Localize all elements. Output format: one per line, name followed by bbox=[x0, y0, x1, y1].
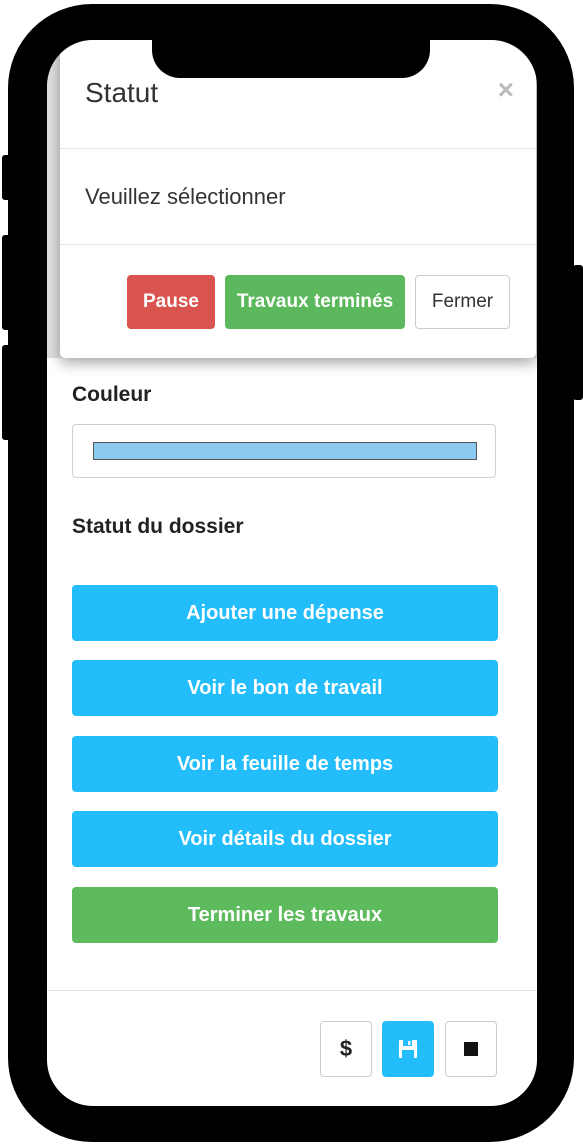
view-file-details-button[interactable]: Voir détails du dossier bbox=[72, 811, 498, 867]
view-timesheet-button[interactable]: Voir la feuille de temps bbox=[72, 736, 498, 792]
pause-button[interactable]: Pause bbox=[127, 275, 215, 329]
footer-divider bbox=[47, 990, 537, 991]
close-icon[interactable]: × bbox=[498, 74, 514, 106]
modal-message: Veuillez sélectionner bbox=[85, 184, 286, 209]
dollar-icon: $ bbox=[339, 1036, 353, 1061]
save-icon bbox=[399, 1040, 417, 1058]
expense-button[interactable]: $ bbox=[320, 1021, 372, 1077]
file-status-label: Statut du dossier bbox=[72, 515, 244, 538]
phone-side-button bbox=[2, 155, 12, 200]
stop-icon bbox=[464, 1042, 478, 1056]
phone-side-button bbox=[2, 235, 12, 330]
add-expense-button[interactable]: Ajouter une dépense bbox=[72, 585, 498, 641]
status-modal: Statut × Veuillez sélectionner Pause Tra… bbox=[60, 40, 536, 358]
color-picker[interactable] bbox=[72, 424, 496, 478]
finish-work-button[interactable]: Terminer les travaux bbox=[72, 887, 498, 943]
color-swatch bbox=[93, 442, 477, 460]
work-done-button[interactable]: Travaux terminés bbox=[225, 275, 405, 329]
phone-side-button bbox=[573, 265, 583, 400]
modal-divider bbox=[60, 148, 536, 149]
view-work-order-button[interactable]: Voir le bon de travail bbox=[72, 660, 498, 716]
color-label: Couleur bbox=[72, 383, 152, 406]
close-button[interactable]: Fermer bbox=[415, 275, 510, 329]
save-button[interactable] bbox=[382, 1021, 434, 1077]
stop-button[interactable] bbox=[445, 1021, 497, 1077]
phone-notch bbox=[152, 40, 430, 78]
modal-title: Statut bbox=[85, 77, 159, 108]
phone-side-button bbox=[2, 345, 12, 440]
modal-divider bbox=[60, 244, 536, 245]
phone-screen: Couleur Statut du dossier Ajouter une dé… bbox=[47, 40, 537, 1106]
